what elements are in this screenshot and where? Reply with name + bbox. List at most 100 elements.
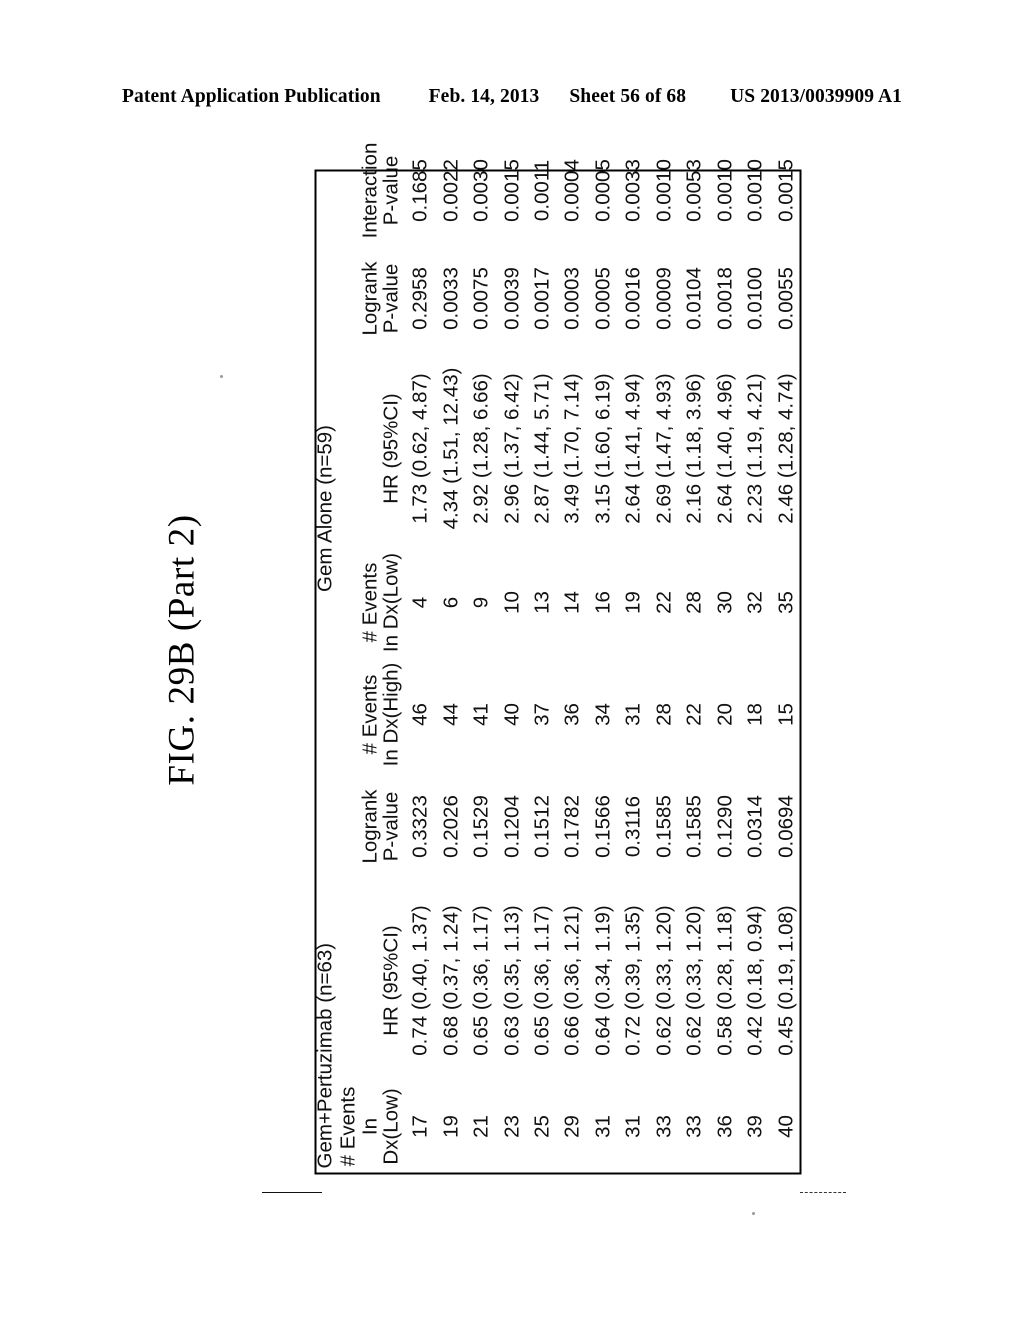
group-header-gem-pertuzimab: Gem+Pertuzimab (n=63) [313,942,337,1169]
cell-gp-events-low: 31 [591,1115,615,1138]
results-table: Gem+Pertuzimab (n=63) Gem Alone (n=59) #… [313,134,802,1174]
col-header-gp-logrank: Logrank P-value [358,789,403,864]
cell-ga-logrank: 0.0104 [682,267,706,330]
column-header-row: # Events In Dx(Low) HR (95%CI) Logrank P… [336,134,406,1174]
col-header-gp-events-low: # Events In Dx(Low) [336,1086,403,1167]
group-header-spacer [315,134,338,246]
col-header-gp-hr: HR (95%CI) [379,925,403,1036]
cell-ga-logrank: 0.0003 [560,267,584,330]
cell-ga-events-high: 18 [743,703,767,726]
cell-gp-events-low: 29 [560,1115,584,1138]
cell-ga-hr: 2.64 (1.41, 4.94) [621,373,645,524]
cell-interaction: 0.0015 [774,159,797,222]
col-header-ga-events-low: # Events In Dx(Low) [358,552,403,653]
cell-ga-hr: 1.73 (0.62, 4.87) [408,373,432,524]
cell-interaction: 0.0010 [713,159,737,222]
col-header-ga-events-high: # Events In Dx(High) [358,662,403,767]
cell-ga-logrank: 0.0009 [652,267,676,330]
cell-ga-events-high: 40 [500,703,524,726]
cell-interaction: 0.0004 [560,159,584,222]
table-row: 31 0.72 (0.39, 1.35) 0.3116 31 19 2.64 (1.41,… [619,134,649,1174]
cell-gp-hr: 0.62 (0.33, 1.20) [652,905,676,1056]
cell-interaction: 0.0053 [682,159,706,222]
cell-ga-events-low: 10 [500,591,524,614]
table-row: 23 0.63 (0.35, 1.13) 0.1204 40 10 2.96 (1.37,… [497,134,527,1174]
cell-ga-hr: 2.92 (1.28, 6.66) [469,373,493,524]
figure-caption: FIG. 29B (Part 2) [161,514,203,786]
table-row: 19 0.68 (0.37, 1.24) 0.2026 44 6 4.34 (1.51, … [436,134,466,1174]
cell-gp-events-low: 17 [408,1115,432,1138]
cell-ga-hr: 2.46 (1.28, 4.74) [774,373,797,524]
cell-ga-events-high: 34 [591,703,615,726]
table-row: 40 0.45 (0.19, 1.08) 0.0694 15 35 2.46 (1.28,… [771,134,802,1174]
cell-gp-logrank: 0.0694 [774,795,797,858]
cell-ga-logrank: 0.0017 [530,267,554,330]
cell-ga-logrank: 0.0018 [713,267,737,330]
cell-gp-logrank: 0.2026 [439,795,463,858]
cell-ga-hr: 2.16 (1.18, 3.96) [682,373,706,524]
cell-ga-events-high: 20 [713,703,737,726]
cell-interaction: 0.0022 [439,159,463,222]
cell-gp-events-low: 25 [530,1115,554,1138]
cell-gp-events-low: 40 [774,1115,797,1138]
cell-ga-events-high: 36 [560,703,584,726]
group-header-gem-alone: Gem Alone (n=59) [313,425,337,592]
cell-ga-hr: 3.15 (1.60, 6.19) [591,373,615,524]
page-rule-right [800,1192,846,1193]
cell-gp-logrank: 0.1529 [469,795,493,858]
table-row: 29 0.66 (0.36, 1.21) 0.1782 36 14 3.49 (1.70,… [558,134,588,1174]
table-body: 17 0.74 (0.40, 1.37) 0.3323 46 4 1.73 (0.62, … [406,134,802,1174]
cell-ga-events-high: 46 [408,703,432,726]
cell-ga-logrank: 0.0055 [774,267,797,330]
cell-gp-logrank: 0.1512 [530,795,554,858]
cell-ga-logrank: 0.0016 [621,267,645,330]
cell-ga-hr: 2.69 (1.47, 4.93) [652,373,676,524]
cell-interaction: 0.0010 [652,159,676,222]
cell-ga-hr: 2.64 (1.40, 4.96) [713,373,737,524]
page-rule-left [262,1192,322,1193]
cell-gp-hr: 0.72 (0.39, 1.35) [621,905,645,1056]
cell-gp-logrank: 0.3323 [408,795,432,858]
publication-date: Feb. 14, 2013 [428,86,540,107]
group-header-row: Gem+Pertuzimab (n=63) Gem Alone (n=59) [313,134,338,1174]
cell-gp-events-low: 33 [682,1115,706,1138]
table-head: Gem+Pertuzimab (n=63) Gem Alone (n=59) #… [313,134,406,1174]
cell-ga-events-low: 4 [408,596,432,609]
cell-ga-hr: 3.49 (1.70, 7.14) [560,373,584,524]
figure-table-container: Gem+Pertuzimab (n=63) Gem Alone (n=59) #… [314,143,802,1175]
cell-ga-events-high: 22 [682,703,706,726]
cell-gp-hr: 0.66 (0.36, 1.21) [560,905,584,1056]
cell-gp-hr: 0.58 (0.28, 1.18) [713,905,737,1056]
cell-ga-events-high: 31 [621,703,645,726]
cell-gp-events-low: 36 [713,1115,737,1138]
patent-number: US 2013/0039909 A1 [730,86,902,107]
cell-ga-events-low: 35 [774,591,797,614]
cell-gp-logrank: 0.1585 [682,795,706,858]
cell-ga-hr: 2.96 (1.37, 6.42) [500,373,524,524]
col-header-interaction: Interaction P-value [358,142,403,239]
cell-gp-hr: 0.65 (0.36, 1.17) [469,905,493,1056]
cell-interaction: 0.0030 [469,159,493,222]
sheet-number: Sheet 56 of 68 [569,86,687,107]
cell-ga-events-low: 6 [439,596,463,609]
cell-gp-events-low: 33 [652,1115,676,1138]
col-header-ga-hr: HR (95%CI) [379,393,403,504]
cell-gp-logrank: 0.1585 [652,795,676,858]
cell-gp-events-low: 23 [500,1115,524,1138]
cell-gp-hr: 0.68 (0.37, 1.24) [439,905,463,1056]
cell-gp-logrank: 0.1782 [560,795,584,858]
cell-ga-events-high: 37 [530,703,554,726]
cell-ga-events-high: 44 [439,703,463,726]
cell-ga-hr: 4.34 (1.51, 12.43) [439,367,463,530]
cell-interaction: 0.0015 [500,159,524,222]
scan-speck [220,375,223,378]
cell-ga-hr: 2.87 (1.44, 5.71) [530,373,554,524]
cell-gp-events-low: 31 [621,1115,645,1138]
cell-ga-events-low: 14 [560,591,584,614]
col-header-ga-logrank: Logrank P-value [358,261,403,336]
cell-gp-hr: 0.64 (0.34, 1.19) [591,905,615,1056]
cell-ga-events-low: 13 [530,591,554,614]
page-header: Patent Application Publication Feb. 14, … [0,86,1024,108]
cell-gp-hr: 0.62 (0.33, 1.20) [682,905,706,1056]
cell-interaction: 0.1685 [408,159,432,222]
